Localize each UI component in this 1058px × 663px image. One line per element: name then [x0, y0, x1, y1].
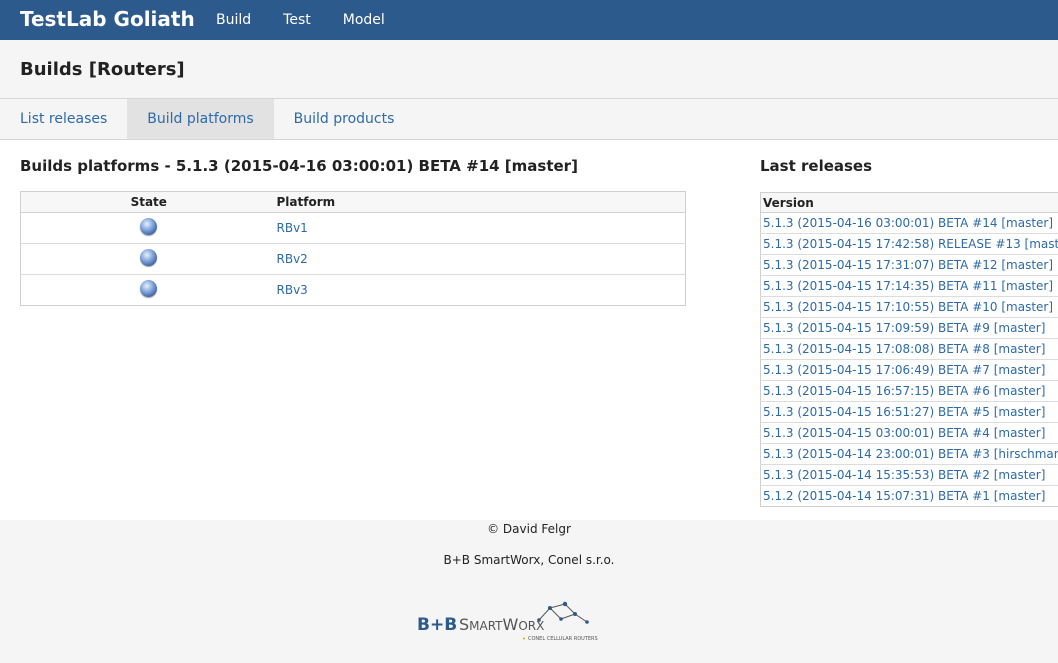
- table-header-row: Version: [760, 192, 1058, 213]
- release-link[interactable]: 5.1.3 (2015-04-15 16:57:15) BETA #6 [mas…: [763, 384, 1045, 398]
- version-cell: 5.1.3 (2015-04-15 17:14:35) BETA #11 [ma…: [760, 275, 1058, 297]
- version-cell: 5.1.3 (2015-04-15 17:09:59) BETA #9 [mas…: [760, 317, 1058, 339]
- tab-list-releases[interactable]: List releases: [0, 99, 127, 139]
- table-row: 5.1.3 (2015-04-15 17:42:58) RELEASE #13 …: [760, 233, 1058, 255]
- state-cell: [20, 212, 277, 244]
- platform-link[interactable]: RBv2: [277, 252, 308, 266]
- release-link[interactable]: 5.1.3 (2015-04-15 17:31:07) BETA #12 [ma…: [763, 258, 1053, 272]
- release-link[interactable]: 5.1.3 (2015-04-15 17:14:35) BETA #11 [ma…: [763, 279, 1053, 293]
- table-row: RBv1: [20, 212, 686, 244]
- version-cell: 5.1.3 (2015-04-16 03:00:01) BETA #14 [ma…: [760, 212, 1058, 234]
- tab-build-products[interactable]: Build products: [274, 99, 415, 139]
- release-link[interactable]: 5.1.3 (2015-04-15 03:00:01) BETA #4 [mas…: [763, 426, 1045, 440]
- svg-text:B+B: B+B: [417, 615, 457, 635]
- table-row: 5.1.3 (2015-04-15 03:00:01) BETA #4 [mas…: [760, 422, 1058, 444]
- table-row: 5.1.2 (2015-04-14 15:07:31) BETA #1 [mas…: [760, 485, 1058, 507]
- last-releases-heading: Last releases: [760, 157, 873, 175]
- version-cell: 5.1.2 (2015-04-14 15:07:31) BETA #1 [mas…: [760, 485, 1058, 507]
- version-cell: 5.1.3 (2015-04-15 17:10:55) BETA #10 [ma…: [760, 296, 1058, 318]
- top-nav: Build Test Model: [200, 0, 401, 40]
- table-header-row: State Platform: [20, 191, 686, 213]
- state-cell: [20, 274, 277, 306]
- version-cell: 5.1.3 (2015-04-15 17:31:07) BETA #12 [ma…: [760, 254, 1058, 276]
- table-row: 5.1.3 (2015-04-15 17:06:49) BETA #7 [mas…: [760, 359, 1058, 381]
- release-link[interactable]: 5.1.3 (2015-04-15 17:10:55) BETA #10 [ma…: [763, 300, 1053, 314]
- main-content: Builds platforms - 5.1.3 (2015-04-16 03:…: [0, 140, 1058, 520]
- page-header: Builds [Routers]: [0, 40, 1058, 99]
- nav-test[interactable]: Test: [267, 0, 327, 40]
- version-cell: 5.1.3 (2015-04-15 17:42:58) RELEASE #13 …: [760, 233, 1058, 255]
- platform-cell: RBv2: [276, 243, 686, 275]
- release-link[interactable]: 5.1.3 (2015-04-14 23:00:01) BETA #3 [hir…: [763, 447, 1058, 461]
- page-title: Builds [Routers]: [20, 59, 185, 80]
- nav-build[interactable]: Build: [200, 0, 267, 40]
- table-row: RBv2: [20, 243, 686, 275]
- state-orb-icon: [140, 279, 158, 297]
- tab-build-platforms[interactable]: Build platforms: [127, 99, 274, 139]
- version-cell: 5.1.3 (2015-04-15 03:00:01) BETA #4 [mas…: [760, 422, 1058, 444]
- release-link[interactable]: 5.1.3 (2015-04-15 16:51:27) BETA #5 [mas…: [763, 405, 1045, 419]
- version-cell: 5.1.3 (2015-04-15 16:57:15) BETA #6 [mas…: [760, 380, 1058, 402]
- column-header-version: Version: [760, 192, 1058, 213]
- version-cell: 5.1.3 (2015-04-15 17:06:49) BETA #7 [mas…: [760, 359, 1058, 381]
- release-link[interactable]: 5.1.3 (2015-04-16 03:00:01) BETA #14 [ma…: [763, 216, 1053, 230]
- copyright-text: © David Felgr: [487, 522, 571, 536]
- column-header-platform: Platform: [276, 191, 686, 213]
- table-row: 5.1.3 (2015-04-15 17:31:07) BETA #12 [ma…: [760, 254, 1058, 276]
- top-navbar: TestLab Goliath Build Test Model: [0, 0, 1058, 40]
- state-orb-icon: [140, 248, 158, 266]
- platform-link[interactable]: RBv3: [277, 283, 308, 297]
- table-row: 5.1.3 (2015-04-15 17:09:59) BETA #9 [mas…: [760, 317, 1058, 339]
- release-link[interactable]: 5.1.3 (2015-04-15 17:08:08) BETA #8 [mas…: [763, 342, 1045, 356]
- version-cell: 5.1.3 (2015-04-14 23:00:01) BETA #3 [hir…: [760, 443, 1058, 465]
- svg-text:CONEL CELLULAR ROUTERS: CONEL CELLULAR ROUTERS: [528, 636, 598, 642]
- release-link[interactable]: 5.1.2 (2015-04-14 15:07:31) BETA #1 [mas…: [763, 489, 1045, 503]
- version-cell: 5.1.3 (2015-04-14 15:35:53) BETA #2 [mas…: [760, 464, 1058, 486]
- platform-link[interactable]: RBv1: [277, 221, 308, 235]
- platform-cell: RBv3: [276, 274, 686, 306]
- nav-model[interactable]: Model: [327, 0, 401, 40]
- table-row: 5.1.3 (2015-04-15 16:57:15) BETA #6 [mas…: [760, 380, 1058, 402]
- version-cell: 5.1.3 (2015-04-15 16:51:27) BETA #5 [mas…: [760, 401, 1058, 423]
- platform-cell: RBv1: [276, 212, 686, 244]
- table-row: RBv3: [20, 274, 686, 306]
- table-row: 5.1.3 (2015-04-15 17:08:08) BETA #8 [mas…: [760, 338, 1058, 360]
- builds-heading: Builds platforms - 5.1.3 (2015-04-16 03:…: [20, 157, 578, 175]
- table-row: 5.1.3 (2015-04-16 03:00:01) BETA #14 [ma…: [760, 212, 1058, 234]
- svg-text:SMARTWORX: SMARTWORX: [459, 615, 544, 634]
- releases-table: Version 5.1.3 (2015-04-16 03:00:01) BETA…: [760, 192, 1058, 507]
- company-text: B+B SmartWorx, Conel s.r.o.: [443, 553, 615, 567]
- app-brand[interactable]: TestLab Goliath: [20, 7, 195, 31]
- version-cell: 5.1.3 (2015-04-15 17:08:08) BETA #8 [mas…: [760, 338, 1058, 360]
- smartworx-logo: B+B SMARTWORX CONEL CELLULAR ROUTERS: [417, 601, 598, 642]
- sub-tabs: List releases Build platforms Build prod…: [0, 99, 1058, 140]
- state-orb-icon: [140, 217, 158, 235]
- table-row: 5.1.3 (2015-04-14 23:00:01) BETA #3 [hir…: [760, 443, 1058, 465]
- release-link[interactable]: 5.1.3 (2015-04-14 15:35:53) BETA #2 [mas…: [763, 468, 1045, 482]
- release-link[interactable]: 5.1.3 (2015-04-15 17:09:59) BETA #9 [mas…: [763, 321, 1045, 335]
- column-header-state: State: [20, 191, 277, 213]
- state-cell: [20, 243, 277, 275]
- release-link[interactable]: 5.1.3 (2015-04-15 17:42:58) RELEASE #13 …: [763, 237, 1058, 251]
- table-row: 5.1.3 (2015-04-15 17:14:35) BETA #11 [ma…: [760, 275, 1058, 297]
- release-link[interactable]: 5.1.3 (2015-04-15 17:06:49) BETA #7 [mas…: [763, 363, 1045, 377]
- platforms-table: State Platform RBv1 RBv2 RBv3: [20, 191, 686, 306]
- table-row: 5.1.3 (2015-04-14 15:35:53) BETA #2 [mas…: [760, 464, 1058, 486]
- footer: © David Felgr B+B SmartWorx, Conel s.r.o…: [0, 520, 1058, 663]
- table-row: 5.1.3 (2015-04-15 16:51:27) BETA #5 [mas…: [760, 401, 1058, 423]
- table-row: 5.1.3 (2015-04-15 17:10:55) BETA #10 [ma…: [760, 296, 1058, 318]
